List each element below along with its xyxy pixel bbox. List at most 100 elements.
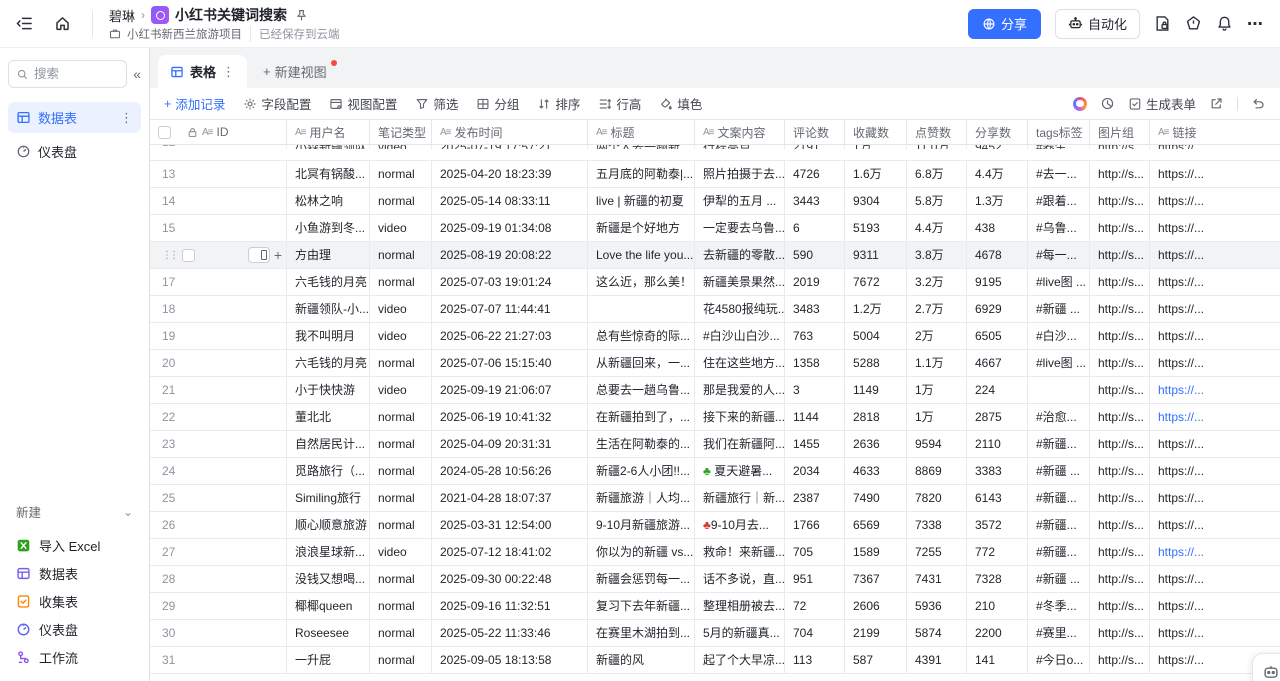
cell-title[interactable]: 新疆会惩罚每一... — [588, 566, 695, 592]
table-row[interactable]: 12 ⋮⋮ + 小森新疆领队 video 2025-07-19 17:57:21… — [150, 145, 1280, 161]
cell-notetype[interactable]: normal — [370, 431, 432, 457]
cell-shares[interactable]: 3572 — [967, 512, 1028, 538]
cell-likes[interactable]: 5936 — [907, 593, 967, 619]
cell-username[interactable]: 我不叫明月 — [287, 323, 370, 349]
cell-username[interactable]: 小于快快游 — [287, 377, 370, 403]
cell-notetype[interactable]: video — [370, 215, 432, 241]
cell-tags[interactable]: #每一... — [1028, 242, 1090, 268]
cell-likes[interactable]: 11.0万 — [907, 145, 967, 149]
column-header-collects[interactable]: 收藏数 — [845, 120, 907, 144]
cell-link[interactable]: https://... — [1150, 512, 1280, 538]
cell-title[interactable]: 你以为的新疆 vs... — [588, 539, 695, 565]
table-row[interactable]: 25 ⋮⋮ + Similing旅行 normal 2021-04-28 18:… — [150, 485, 1280, 512]
cell-title[interactable]: 总有些惊奇的际... — [588, 323, 695, 349]
cell-images[interactable]: http://s... — [1090, 404, 1150, 430]
cell-shares[interactable]: 2110 — [967, 431, 1028, 457]
cell-comments[interactable]: 113 — [785, 647, 845, 673]
cell-link[interactable]: https://... — [1150, 161, 1280, 187]
column-header-link[interactable]: A≡链接 — [1150, 120, 1280, 144]
cell-shares[interactable]: 6505 — [967, 323, 1028, 349]
cell-collects[interactable]: 2199 — [845, 620, 907, 646]
table-row[interactable]: 16 ⋮⋮ + 方由理 normal 2025-08-19 20:08:22 L… — [150, 242, 1280, 269]
cell-images[interactable]: http://s... — [1090, 620, 1150, 646]
sidebar-item-dashboard[interactable]: 仪表盘 — [8, 136, 141, 167]
row-index-cell[interactable]: 17 ⋮⋮ + — [150, 269, 287, 295]
row-index-cell[interactable]: 14 ⋮⋮ + — [150, 188, 287, 214]
cell-tags[interactable]: #治愈... — [1028, 404, 1090, 430]
column-header-shares[interactable]: 分享数 — [967, 120, 1028, 144]
cell-notetype[interactable]: video — [370, 539, 432, 565]
kebab-icon[interactable]: ⋮ — [120, 110, 133, 126]
column-header-images[interactable]: 图片组 — [1090, 120, 1150, 144]
cell-notetype[interactable]: video — [370, 323, 432, 349]
cell-images[interactable]: http://s... — [1090, 566, 1150, 592]
column-header-content[interactable]: A≡文案内容 — [695, 120, 785, 144]
cell-link[interactable]: https://... — [1150, 566, 1280, 592]
more-menu-icon[interactable]: ⋯ — [1247, 14, 1264, 34]
filter-button[interactable]: 筛选 — [415, 94, 458, 113]
project-name[interactable]: 小红书新西兰旅游项目 — [127, 26, 242, 42]
table-row[interactable]: 17 ⋮⋮ + 六毛钱的月亮 normal 2025-07-03 19:01:2… — [150, 269, 1280, 296]
cell-title[interactable]: 在赛里木湖拍到... — [588, 620, 695, 646]
row-index-cell[interactable]: 23 ⋮⋮ + — [150, 431, 287, 457]
share-button[interactable]: 分享 — [968, 9, 1041, 39]
table-row[interactable]: 14 ⋮⋮ + 松林之响 normal 2025-05-14 08:33:11 … — [150, 188, 1280, 215]
cell-link[interactable]: https://... — [1150, 145, 1280, 149]
cell-username[interactable]: 松林之响 — [287, 188, 370, 214]
cell-content[interactable]: 新疆美景果然... — [695, 269, 785, 295]
cell-publishtime[interactable]: 2025-07-19 17:57:21 — [432, 145, 588, 149]
cell-title[interactable]: 从新疆回来，一... — [588, 350, 695, 376]
cell-link[interactable]: https://... — [1150, 431, 1280, 457]
cell-shares[interactable]: 2875 — [967, 404, 1028, 430]
cell-collects[interactable]: 2636 — [845, 431, 907, 457]
cell-content[interactable]: 伊犁的五月 ... — [695, 188, 785, 214]
new-item-datatable[interactable]: 数据表 — [8, 559, 141, 587]
cell-notetype[interactable]: normal — [370, 593, 432, 619]
row-index-cell[interactable]: 21 ⋮⋮ + — [150, 377, 287, 403]
cell-notetype[interactable]: normal — [370, 620, 432, 646]
cell-tags[interactable]: #新疆... — [1028, 485, 1090, 511]
row-index-cell[interactable]: 13 ⋮⋮ + — [150, 161, 287, 187]
cell-content[interactable]: 接下来的新疆... — [695, 404, 785, 430]
cell-likes[interactable]: 1万 — [907, 404, 967, 430]
cell-content[interactable]: 5月的新疆真... — [695, 620, 785, 646]
cell-collects[interactable]: 2818 — [845, 404, 907, 430]
cell-images[interactable]: http://s... — [1090, 161, 1150, 187]
cell-title[interactable] — [588, 296, 695, 322]
cell-notetype[interactable]: normal — [370, 512, 432, 538]
cell-username[interactable]: 六毛钱的月亮 — [287, 350, 370, 376]
cell-username[interactable]: 顺心顺意旅游 — [287, 512, 370, 538]
cell-title[interactable]: 生活在阿勒泰的... — [588, 431, 695, 457]
table-row[interactable]: 22 ⋮⋮ + 董北北 normal 2025-06-19 10:41:32 在… — [150, 404, 1280, 431]
cell-collects[interactable]: 587 — [845, 647, 907, 673]
undo-icon[interactable] — [1251, 96, 1266, 111]
cell-collects[interactable]: 5288 — [845, 350, 907, 376]
cell-collects[interactable]: 4633 — [845, 458, 907, 484]
row-height-button[interactable]: 行高 — [598, 94, 641, 113]
cell-title[interactable]: 总要去一趟乌鲁... — [588, 377, 695, 403]
generate-form-button[interactable]: 生成表单 — [1128, 94, 1196, 113]
cell-likes[interactable]: 4.4万 — [907, 215, 967, 241]
cell-notetype[interactable]: video — [370, 296, 432, 322]
cell-shares[interactable]: 9452 — [967, 145, 1028, 149]
cell-username[interactable]: 觅路旅行（... — [287, 458, 370, 484]
cell-likes[interactable]: 5.8万 — [907, 188, 967, 214]
cell-images[interactable]: http://s... — [1090, 647, 1150, 673]
cell-publishtime[interactable]: 2025-04-20 18:23:39 — [432, 161, 588, 187]
cell-collects[interactable]: 7672 — [845, 269, 907, 295]
row-index-cell[interactable]: 25 ⋮⋮ + — [150, 485, 287, 511]
cell-username[interactable]: 董北北 — [287, 404, 370, 430]
cell-link[interactable]: https://... — [1150, 539, 1280, 565]
cell-tags[interactable]: #养生... — [1028, 145, 1090, 149]
cell-username[interactable]: 自然居民计... — [287, 431, 370, 457]
cell-content[interactable]: 话不多说，直... — [695, 566, 785, 592]
cell-username[interactable]: 北冥有锅酸... — [287, 161, 370, 187]
cell-comments[interactable]: 2387 — [785, 485, 845, 511]
cell-comments[interactable]: 2019 — [785, 269, 845, 295]
cell-title[interactable]: 五月底的阿勒泰|... — [588, 161, 695, 187]
column-header-username[interactable]: A≡用户名 — [287, 120, 370, 144]
cell-publishtime[interactable]: 2025-05-22 11:33:46 — [432, 620, 588, 646]
cell-comments[interactable]: 6 — [785, 215, 845, 241]
cell-comments[interactable]: 3443 — [785, 188, 845, 214]
cell-publishtime[interactable]: 2025-03-31 12:54:00 — [432, 512, 588, 538]
